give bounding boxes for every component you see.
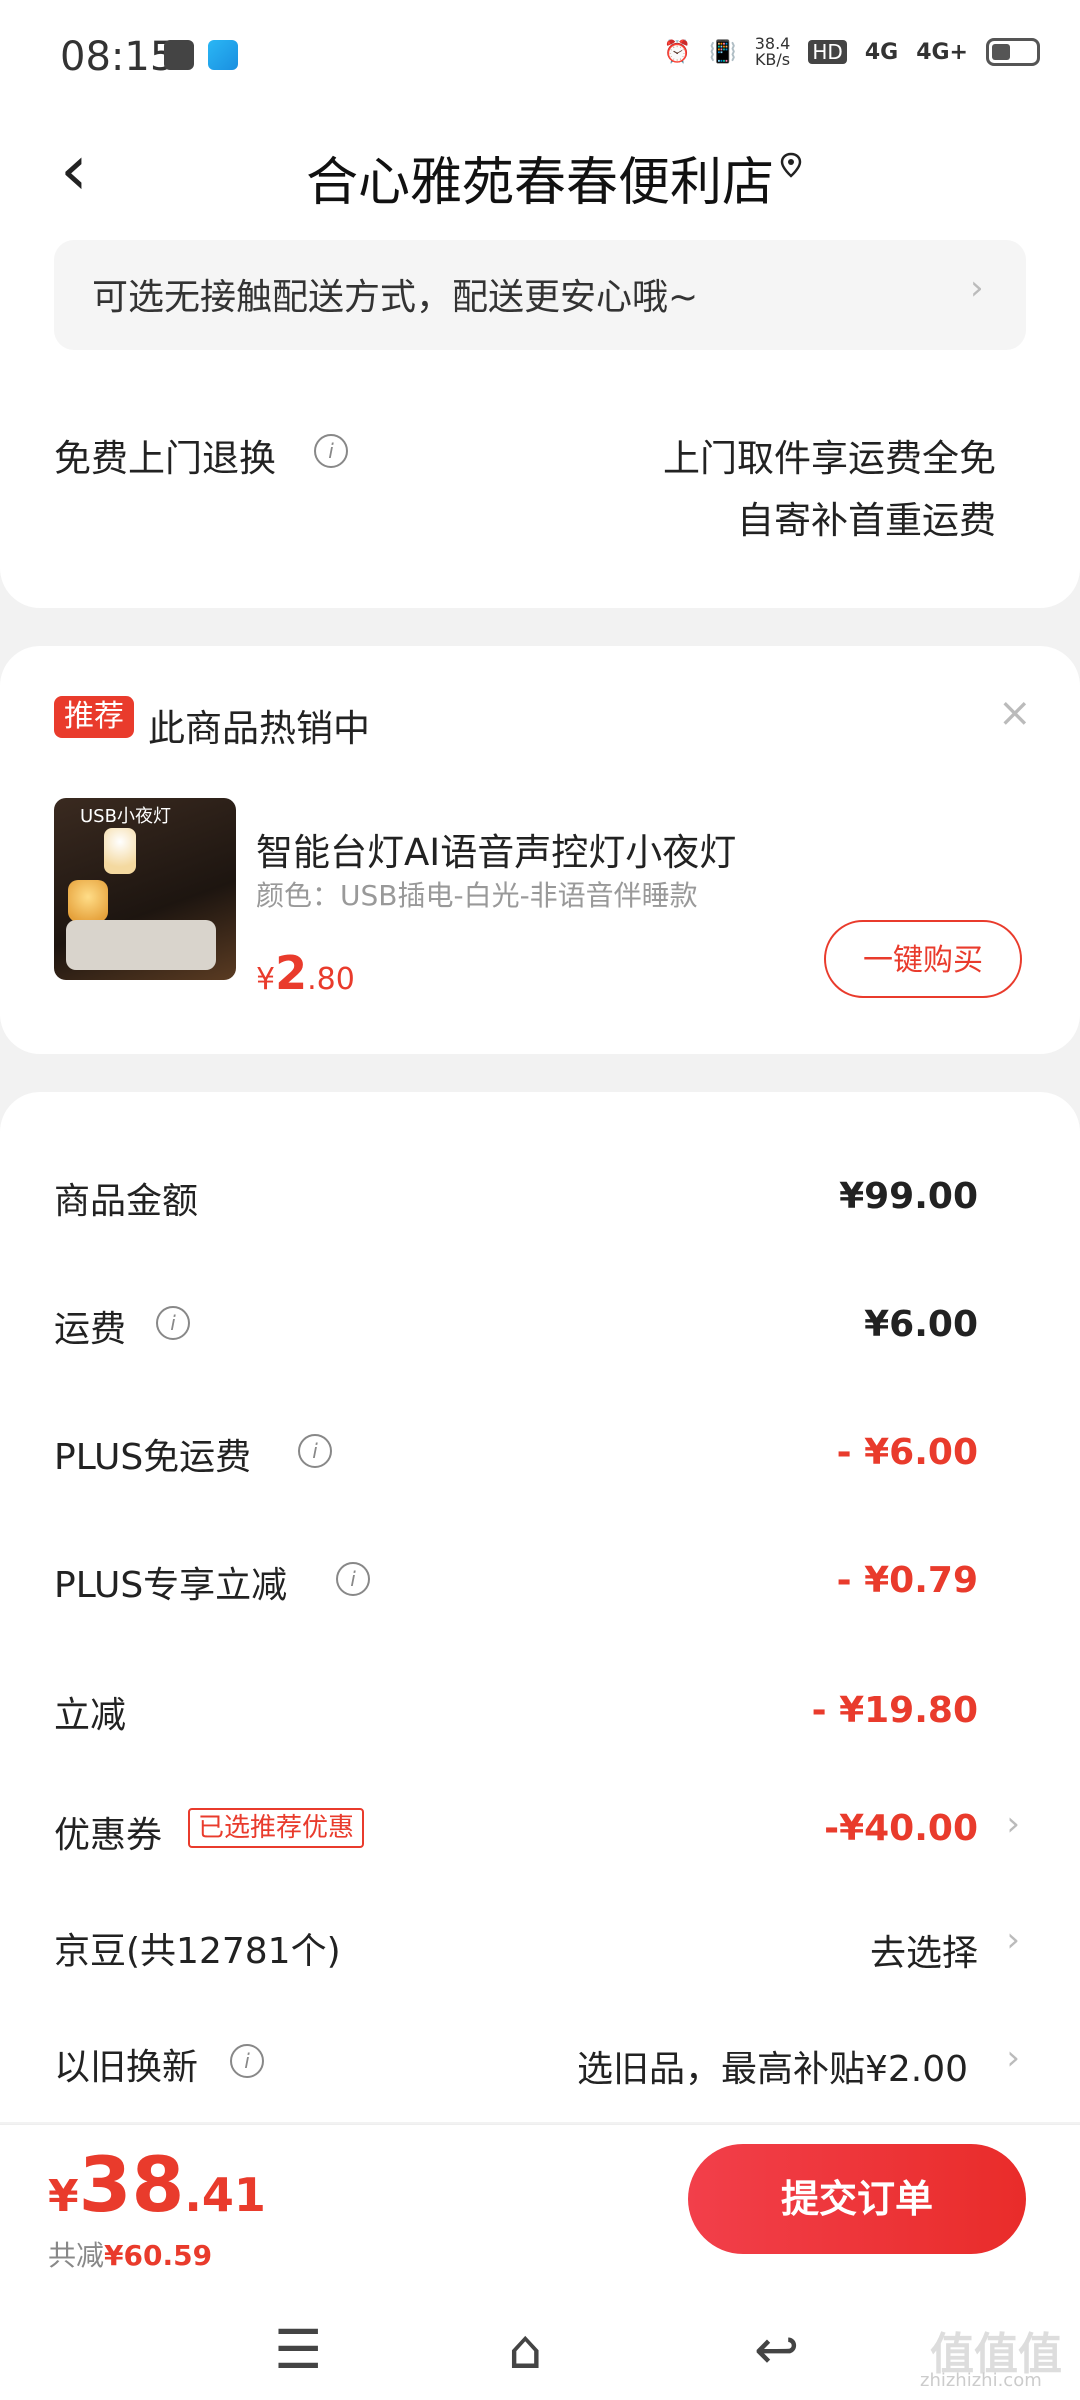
plus-free-shipping-label: PLUS免运费 bbox=[54, 1437, 252, 1478]
chevron-right-icon[interactable]: › bbox=[1006, 1920, 1020, 1960]
info-icon[interactable]: i bbox=[314, 434, 348, 468]
trade-in-label: 以旧换新 bbox=[54, 2047, 199, 2088]
instant-discount-value: - ¥19.80 bbox=[811, 1690, 978, 1731]
product-image-text: USB小夜灯 bbox=[80, 806, 171, 827]
alarm-icon: ⏰ bbox=[663, 39, 692, 65]
total-saved: 共减¥60.59 bbox=[48, 2239, 213, 2272]
back-icon[interactable]: ↩ bbox=[754, 2318, 799, 2381]
total-price: ¥38.41 bbox=[48, 2140, 266, 2229]
chevron-right-icon[interactable]: › bbox=[1006, 1804, 1020, 1844]
plus-discount-label: PLUS专享立减 bbox=[54, 1565, 288, 1606]
home-icon[interactable]: ⌂ bbox=[508, 2318, 542, 2381]
return-service-label: 免费上门退换 bbox=[54, 437, 276, 480]
plus-free-shipping-value: - ¥6.00 bbox=[836, 1432, 978, 1473]
return-service-line2: 自寄补首重运费 bbox=[737, 499, 996, 542]
send-icon bbox=[208, 40, 238, 70]
info-icon[interactable]: i bbox=[230, 2044, 264, 2078]
recommend-heading: 此商品热销中 bbox=[148, 707, 370, 750]
lamp-graphic bbox=[68, 880, 108, 922]
jd-beans-value[interactable]: 去选择 bbox=[870, 1924, 978, 1976]
battery-icon bbox=[986, 38, 1040, 66]
play-icon bbox=[164, 40, 194, 70]
location-pin-icon[interactable] bbox=[778, 152, 804, 178]
coupon-tag: 已选推荐优惠 bbox=[188, 1808, 365, 1848]
info-icon[interactable]: i bbox=[298, 1434, 332, 1468]
info-icon[interactable]: i bbox=[336, 1562, 370, 1596]
power-strip-graphic bbox=[66, 920, 216, 970]
one-click-buy-button[interactable]: 一键购买 bbox=[824, 920, 1022, 998]
trade-in-value[interactable]: 选旧品，最高补贴¥2.00 bbox=[577, 2040, 968, 2092]
status-right: ⏰ 📳 38.4 KB/s HD 4G 4G+ bbox=[664, 36, 1040, 68]
status-time: 08:15 bbox=[60, 34, 176, 80]
chevron-right-icon[interactable]: › bbox=[1006, 2038, 1020, 2078]
subtotal-label: 商品金额 bbox=[54, 1181, 199, 1222]
jd-beans-label: 京豆(共12781个) bbox=[54, 1931, 341, 1972]
coupon-value[interactable]: -¥40.00 bbox=[824, 1808, 978, 1849]
submit-order-button[interactable]: 提交订单 bbox=[688, 2144, 1026, 2254]
recommend-tag: 推荐 bbox=[54, 696, 134, 738]
plus-discount-value: - ¥0.79 bbox=[836, 1560, 978, 1601]
instant-discount-label: 立减 bbox=[54, 1695, 127, 1736]
vibrate-icon: 📳 bbox=[709, 39, 737, 65]
page-title: 合心雅苑春春便利店 bbox=[305, 153, 774, 213]
chevron-right-icon: › bbox=[970, 268, 984, 308]
signal-1-icon: 4G bbox=[864, 39, 899, 65]
lamp-graphic bbox=[104, 828, 136, 874]
delivery-notice-text: 可选无接触配送方式，配送更安心哦~ bbox=[92, 277, 699, 318]
hd-icon: HD bbox=[808, 40, 847, 64]
product-price: ¥2.80 bbox=[256, 946, 355, 1000]
info-icon[interactable]: i bbox=[156, 1306, 190, 1340]
close-icon[interactable]: × bbox=[998, 690, 1032, 736]
shipping-value: ¥6.00 bbox=[864, 1304, 978, 1345]
product-spec: 颜色：USB插电-白光-非语音伴睡款 bbox=[256, 879, 698, 912]
coupon-label: 优惠券 bbox=[54, 1815, 163, 1856]
shipping-label: 运费 bbox=[54, 1309, 127, 1350]
menu-icon[interactable]: ☰ bbox=[274, 2318, 322, 2381]
return-service-line1: 上门取件享运费全免 bbox=[663, 437, 996, 480]
net-speed: 38.4 KB/s bbox=[754, 34, 791, 69]
product-name[interactable]: 智能台灯AI语音声控灯小夜灯 bbox=[256, 822, 736, 876]
signal-2-icon: 4G+ bbox=[916, 39, 968, 65]
watermark-site: zhizhizhi.com bbox=[920, 2370, 1042, 2391]
subtotal-value: ¥99.00 bbox=[839, 1176, 978, 1217]
